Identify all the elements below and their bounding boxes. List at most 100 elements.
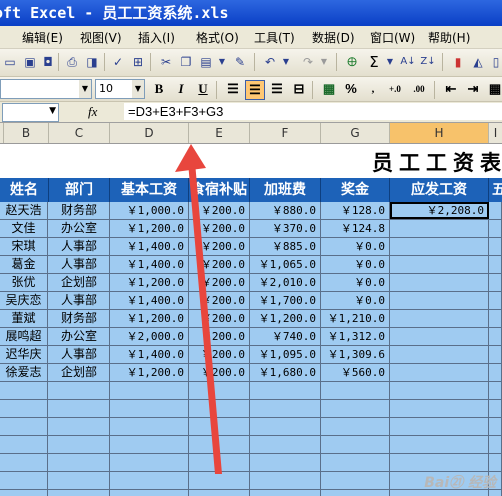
drawing-icon[interactable]: ◭ — [470, 54, 486, 70]
bold-button[interactable]: B — [150, 80, 168, 98]
cell-allowance[interactable] — [189, 472, 250, 489]
cell-gross-pay[interactable] — [390, 310, 489, 327]
active-cell[interactable]: ￥2,208.0 — [390, 202, 489, 219]
header-cell-allowance[interactable]: 食宿补贴 — [189, 178, 250, 202]
header-cell-department[interactable]: 部门 — [49, 178, 110, 202]
cell-next[interactable] — [489, 202, 502, 219]
cell-name[interactable]: 吴庆恋 — [0, 292, 48, 309]
cell-allowance[interactable]: ￥200.0 — [189, 292, 250, 309]
font-size-select[interactable]: 10 ▼ — [95, 79, 145, 99]
cell-allowance[interactable] — [189, 400, 250, 417]
chevron-down-icon[interactable]: ▼ — [278, 54, 294, 70]
currency-icon[interactable]: ▦ — [320, 80, 338, 98]
cell-overtime[interactable]: ￥1,680.0 — [250, 364, 321, 381]
cell-name[interactable]: 赵天浩 — [0, 202, 48, 219]
cell-base-salary[interactable]: ￥1,000.0 — [110, 202, 189, 219]
column-header-d[interactable]: D — [110, 123, 189, 143]
print-preview-icon[interactable]: ◨ — [84, 54, 100, 70]
cell-gross-pay[interactable] — [390, 292, 489, 309]
cell-bonus[interactable] — [321, 436, 390, 453]
cell-allowance[interactable]: ￥200.0 — [189, 238, 250, 255]
cell-name[interactable]: 宋琪 — [0, 238, 48, 255]
cell-gross-pay[interactable] — [390, 328, 489, 345]
cell-department[interactable]: 办公室 — [49, 220, 110, 237]
cell-base-salary[interactable]: ￥1,200.0 — [110, 274, 189, 291]
increase-indent-icon[interactable]: ⇥ — [464, 80, 482, 98]
cell-allowance[interactable] — [189, 436, 250, 453]
cell-overtime[interactable]: ￥1,065.0 — [250, 256, 321, 273]
cell-base-salary[interactable]: ￥1,200.0 — [110, 220, 189, 237]
spelling-icon[interactable]: ✓ — [110, 54, 126, 70]
zoom-icon[interactable]: ▯ — [488, 54, 502, 70]
cell-bonus[interactable]: ￥124.8 — [321, 220, 390, 237]
save-icon[interactable]: ▣ — [22, 54, 38, 70]
cell-next[interactable] — [489, 274, 502, 291]
cell-name[interactable]: 董斌 — [0, 310, 48, 327]
cell-department[interactable] — [49, 454, 110, 471]
sort-descending-icon[interactable]: Z↓ — [420, 54, 436, 70]
cell-base-salary[interactable] — [110, 436, 189, 453]
cell-base-salary[interactable]: ￥1,200.0 — [110, 364, 189, 381]
cell-base-salary[interactable]: ￥1,400.0 — [110, 292, 189, 309]
header-cell-base-salary[interactable]: 基本工资 — [110, 178, 189, 202]
chevron-down-icon[interactable]: ▼ — [49, 106, 56, 116]
cell-name[interactable]: 迟华庆 — [0, 346, 48, 363]
increase-decimal-icon[interactable]: +.0 — [386, 80, 404, 98]
sort-ascending-icon[interactable]: A↓ — [400, 54, 416, 70]
cell-bonus[interactable]: ￥0.0 — [321, 274, 390, 291]
decrease-indent-icon[interactable]: ⇤ — [442, 80, 460, 98]
chevron-down-icon[interactable]: ▼ — [316, 54, 332, 70]
menu-edit[interactable]: 编辑(E) — [22, 29, 63, 46]
cell-name[interactable] — [0, 472, 48, 489]
cell-next[interactable] — [489, 418, 502, 435]
cut-icon[interactable]: ✂ — [158, 54, 174, 70]
cell-overtime[interactable] — [250, 400, 321, 417]
cell-bonus[interactable]: ￥0.0 — [321, 292, 390, 309]
cell-department[interactable]: 财务部 — [49, 310, 110, 327]
cell-bonus[interactable]: ￥1,210.0 — [321, 310, 390, 327]
cell-base-salary[interactable]: ￥1,400.0 — [110, 256, 189, 273]
paste-icon[interactable]: ▤ — [198, 54, 214, 70]
cell-allowance[interactable] — [189, 490, 250, 496]
italic-button[interactable]: I — [172, 80, 190, 98]
cell-bonus[interactable]: ￥1,312.0 — [321, 328, 390, 345]
cell-overtime[interactable] — [250, 454, 321, 471]
cell-bonus[interactable]: ￥560.0 — [321, 364, 390, 381]
cell-gross-pay[interactable] — [390, 220, 489, 237]
cell-overtime[interactable]: ￥1,700.0 — [250, 292, 321, 309]
header-cell-next[interactable]: 五 — [489, 178, 502, 202]
research-icon[interactable]: ⊞ — [130, 54, 146, 70]
cell-name[interactable] — [0, 382, 48, 399]
cell-allowance[interactable]: ￥200.0 — [189, 274, 250, 291]
cell-allowance[interactable]: ￥200.0 — [189, 202, 250, 219]
cell-bonus[interactable] — [321, 418, 390, 435]
cell-department[interactable]: 人事部 — [49, 346, 110, 363]
cell-bonus[interactable] — [321, 490, 390, 496]
cell-base-salary[interactable] — [110, 472, 189, 489]
menu-insert[interactable]: 插入(I) — [138, 29, 175, 46]
cell-overtime[interactable]: ￥370.0 — [250, 220, 321, 237]
cell-base-salary[interactable] — [110, 400, 189, 417]
cell-bonus[interactable]: ￥1,309.6 — [321, 346, 390, 363]
menu-format[interactable]: 格式(O) — [196, 29, 239, 46]
column-header-c[interactable]: C — [49, 123, 110, 143]
formula-input[interactable]: =D3+E3+F3+G3 — [124, 103, 502, 120]
chevron-down-icon[interactable]: ▼ — [79, 80, 91, 98]
menu-view[interactable]: 视图(V) — [80, 29, 122, 46]
cell-name[interactable] — [0, 436, 48, 453]
cell-base-salary[interactable]: ￥1,400.0 — [110, 346, 189, 363]
cell-overtime[interactable]: ￥880.0 — [250, 202, 321, 219]
menu-tools[interactable]: 工具(T) — [254, 29, 295, 46]
cell-bonus[interactable]: ￥0.0 — [321, 256, 390, 273]
cell-gross-pay[interactable] — [390, 364, 489, 381]
cell-gross-pay[interactable] — [390, 454, 489, 471]
cell-overtime[interactable] — [250, 382, 321, 399]
cell-gross-pay[interactable] — [390, 382, 489, 399]
cell-department[interactable]: 企划部 — [49, 274, 110, 291]
cell-department[interactable]: 财务部 — [49, 202, 110, 219]
cell-department[interactable] — [49, 472, 110, 489]
cell-name[interactable] — [0, 490, 48, 496]
underline-button[interactable]: U — [194, 80, 212, 98]
cell-allowance[interactable] — [189, 418, 250, 435]
header-cell-name[interactable]: 姓名 — [0, 178, 49, 202]
